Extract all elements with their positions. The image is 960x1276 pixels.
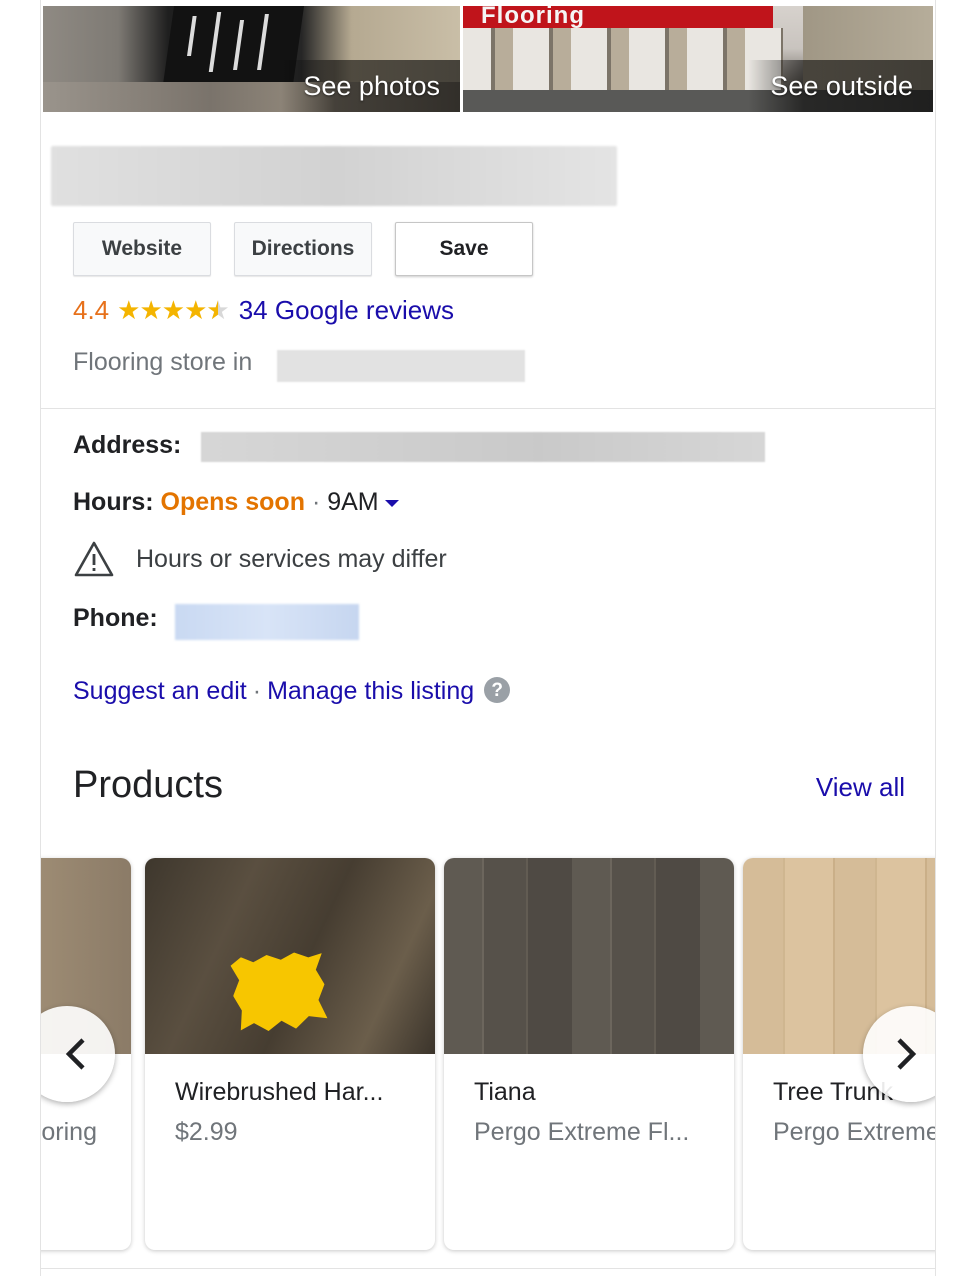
business-title-redacted — [51, 146, 617, 206]
product-name: Wirebrushed Har... — [175, 1078, 384, 1106]
store-sign: Flooring — [463, 6, 773, 29]
directions-button[interactable]: Directions — [234, 222, 372, 276]
bottom-divider — [41, 1268, 935, 1269]
hours-status: Opens soon — [160, 488, 305, 516]
manage-listing-link[interactable]: Manage this listing — [267, 677, 474, 705]
phone-label: Phone: — [73, 604, 158, 632]
full-stars: ★★★★ — [117, 295, 207, 325]
help-circle-icon[interactable]: ? — [484, 677, 511, 703]
product-price: $2.99 — [175, 1118, 238, 1146]
category-text: Flooring store in — [73, 348, 253, 376]
phone-number-redacted[interactable] — [175, 604, 359, 640]
product-name: Tiana — [474, 1078, 536, 1106]
divider — [41, 408, 935, 409]
rating-stars: ★★★★★★ — [117, 295, 230, 325]
storefront — [463, 28, 783, 90]
address-label: Address: — [73, 431, 182, 459]
reviews-link[interactable]: 34 Google reviews — [239, 295, 454, 325]
price-tag-sticker — [230, 950, 328, 1034]
store-sign-text: Flooring — [481, 6, 585, 29]
warning-triangle-icon — [74, 541, 114, 577]
photo-exterior[interactable]: Flooring See outside — [463, 6, 933, 112]
see-outside-link[interactable]: See outside — [748, 60, 933, 112]
save-button[interactable]: Save — [395, 222, 533, 276]
product-image — [444, 858, 734, 1054]
chevron-right-icon — [897, 1038, 917, 1070]
see-photos-link[interactable]: See photos — [281, 60, 460, 112]
hours-row[interactable]: Hours: Opens soon · 9AM — [73, 488, 399, 517]
website-button[interactable]: Website — [73, 222, 211, 276]
product-subtitle: Pergo Extreme — [773, 1118, 936, 1146]
products-heading: Products — [73, 764, 223, 806]
photo-strip: See photos Flooring See outside — [43, 6, 933, 112]
view-all-link[interactable]: View all — [816, 772, 905, 803]
edit-links: Suggest an edit · Manage this listing? — [73, 677, 511, 706]
product-card[interactable]: Tiana Pergo Extreme Fl... — [444, 858, 734, 1250]
photo-interior[interactable]: See photos — [43, 6, 460, 112]
address-row: Address: — [73, 431, 181, 460]
hours-notice: Hours or services may differ — [136, 545, 447, 573]
rating-row: 4.4★★★★★★34 Google reviews — [73, 295, 454, 326]
knowledge-panel: See photos Flooring See outside Website … — [40, 0, 936, 1276]
hours-label: Hours: — [73, 488, 154, 516]
product-subtitle: ooring — [41, 1118, 97, 1146]
hours-dropdown-icon[interactable] — [384, 499, 399, 507]
half-star-icon: ★★ — [206, 295, 229, 325]
links-separator: · — [252, 677, 262, 705]
address-redacted — [201, 432, 765, 462]
location-redacted — [277, 350, 525, 382]
product-card[interactable]: Wirebrushed Har... $2.99 — [145, 858, 435, 1250]
hours-separator: · — [311, 488, 321, 516]
rating-value: 4.4 — [73, 295, 110, 325]
product-subtitle: Pergo Extreme Fl... — [474, 1118, 690, 1146]
suggest-edit-link[interactable]: Suggest an edit — [73, 677, 247, 705]
hours-time: 9AM — [327, 488, 379, 516]
chevron-left-icon — [65, 1038, 85, 1070]
phone-row: Phone: — [73, 604, 158, 633]
product-image — [145, 858, 435, 1054]
